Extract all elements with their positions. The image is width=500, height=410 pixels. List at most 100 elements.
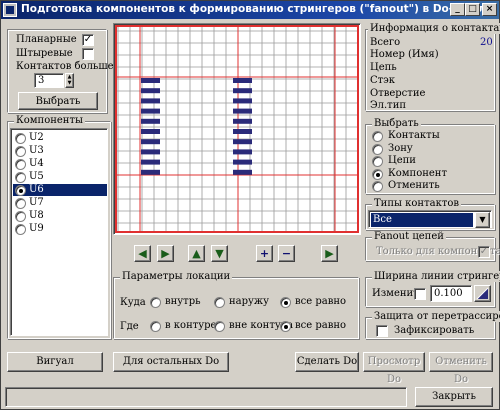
contact-types-select[interactable]: Все ▼ (368, 210, 492, 228)
location-radio[interactable] (214, 297, 225, 308)
location-option-label: все равно (295, 296, 347, 307)
location-radio[interactable] (150, 297, 161, 308)
location-radio[interactable] (214, 321, 225, 332)
pan-down-button[interactable]: ▼ (211, 245, 228, 262)
pan-left-button[interactable]: ◀ (134, 245, 151, 262)
planar-checkbox[interactable]: ✓ (82, 34, 94, 46)
view-button[interactable]: Вигуал (7, 352, 103, 372)
component-radio[interactable] (15, 146, 26, 157)
component-name: U9 (29, 223, 44, 234)
next-button[interactable]: ▶ (321, 245, 338, 262)
component-item[interactable]: U6 (13, 184, 107, 196)
pin-label: Штыревые (16, 48, 73, 59)
window-title: Подготовка компонентов к формированию ст… (21, 3, 486, 15)
components-list[interactable]: U2 U3 U4 U5 U6 U7 U8 U9 (10, 128, 108, 336)
fanout-title: Fanout цепей (372, 231, 446, 242)
component-pad (233, 88, 252, 94)
select-mode-radio[interactable] (372, 168, 383, 180)
select-mode-radio[interactable] (372, 181, 383, 192)
filter-group: Планарные ✓ Штыревые Контактов больше 3 … (7, 29, 114, 113)
fanout-dialog-window: Подготовка компонентов к формированию ст… (0, 0, 500, 410)
protect-title: Защита от перетрассировки (372, 311, 500, 322)
contact-types-group: Типы контактов Все ▼ (365, 198, 495, 230)
only-component-checkbox[interactable]: ✓ (478, 246, 490, 258)
contacts-more-spinner[interactable]: ▲ ▼ (65, 73, 74, 88)
layout-canvas-svg[interactable] (115, 25, 359, 233)
select-mode-radio[interactable] (372, 131, 383, 142)
component-item[interactable]: U8 (13, 210, 107, 222)
location-radio[interactable] (280, 321, 291, 332)
change-width-checkbox[interactable] (414, 288, 426, 300)
component-pad (141, 169, 160, 175)
for-rest-do-button[interactable]: Для остальных Do (113, 352, 229, 372)
location-radio[interactable] (150, 321, 161, 332)
component-name: U6 (29, 184, 44, 195)
cancel-do-button[interactable]: Отменить Do (429, 352, 493, 385)
select-mode-option-label: Отменить (388, 180, 440, 191)
component-name: U5 (29, 171, 44, 182)
trace-width-input[interactable]: 0.100 (430, 285, 472, 302)
pan-up-button[interactable]: ▲ (188, 245, 205, 262)
trace-width-title: Ширина линии стрингера (372, 271, 500, 282)
component-item[interactable]: U9 (13, 223, 107, 235)
close-button[interactable]: Закрыть (415, 387, 493, 407)
component-item[interactable]: U4 (13, 158, 107, 170)
where-label: Куда (120, 297, 146, 308)
place-label: Где (120, 321, 139, 332)
component-item[interactable]: U7 (13, 197, 107, 209)
select-mode-radio[interactable] (372, 156, 383, 167)
component-pad (141, 139, 160, 145)
zoom-out-button[interactable]: − (278, 245, 295, 262)
component-radio[interactable] (15, 198, 26, 209)
component-item[interactable]: U2 (13, 132, 107, 144)
planar-label: Планарные (16, 34, 77, 45)
component-radio[interactable] (15, 159, 26, 170)
component-name: U8 (29, 210, 44, 221)
component-pad (141, 129, 160, 134)
component-pad (141, 159, 160, 165)
component-pad (141, 149, 160, 155)
maximize-button[interactable]: □ (465, 3, 480, 16)
pan-right-button[interactable]: ▶ (157, 245, 174, 262)
component-radio[interactable] (15, 211, 26, 222)
total-value: 20 (480, 37, 493, 48)
zoom-in-button[interactable]: + (256, 245, 273, 262)
component-radio[interactable] (15, 185, 26, 196)
component-item[interactable]: U5 (13, 171, 107, 183)
select-mode-radio[interactable] (372, 143, 383, 155)
select-mode-group: Выбрать Контакты Зону Цепи Компонент Отменит… (365, 118, 495, 194)
contacts-more-value: 3 (38, 75, 45, 86)
fix-checkbox[interactable] (376, 325, 388, 337)
select-mode-option-label: Зону (388, 142, 413, 154)
preview-do-button[interactable]: Просмотр Do (363, 352, 425, 385)
net-label: Цепь (370, 62, 397, 73)
contacts-more-label: Контактов больше (16, 61, 114, 72)
pin-checkbox[interactable] (82, 48, 94, 60)
component-item[interactable]: U3 (13, 145, 107, 157)
select-button[interactable]: Выбрать (18, 92, 98, 110)
location-option-label: наружу (229, 296, 269, 307)
component-pad (233, 108, 252, 114)
component-radio[interactable] (15, 133, 26, 144)
layer-label: Эл.тип (370, 100, 407, 111)
location-radio[interactable] (280, 297, 291, 308)
contact-types-title: Типы контактов (372, 198, 461, 209)
make-do-button[interactable]: Сделать Do (295, 352, 359, 372)
trace-width-icon[interactable] (474, 285, 491, 302)
title-bar[interactable]: Подготовка компонентов к формированию ст… (1, 1, 499, 19)
close-window-button[interactable]: × (482, 3, 497, 16)
select-mode-option-label: Цепи (388, 155, 416, 166)
minimize-button[interactable]: _ (450, 3, 465, 16)
layout-canvas[interactable] (113, 23, 361, 235)
trace-width-value: 0.100 (434, 288, 463, 299)
component-radio[interactable] (15, 224, 26, 235)
component-radio[interactable] (15, 172, 26, 183)
contact-info-title: Информация о контактах (368, 23, 500, 34)
chevron-down-icon[interactable]: ▼ (475, 212, 490, 228)
component-pad (233, 159, 252, 165)
contacts-more-input[interactable]: 3 (34, 73, 64, 88)
component-pad (233, 78, 252, 83)
location-params-title: Параметры локации (120, 271, 233, 282)
location-option-label: все равно (295, 320, 347, 331)
status-bar: Закрыть (1, 385, 499, 409)
